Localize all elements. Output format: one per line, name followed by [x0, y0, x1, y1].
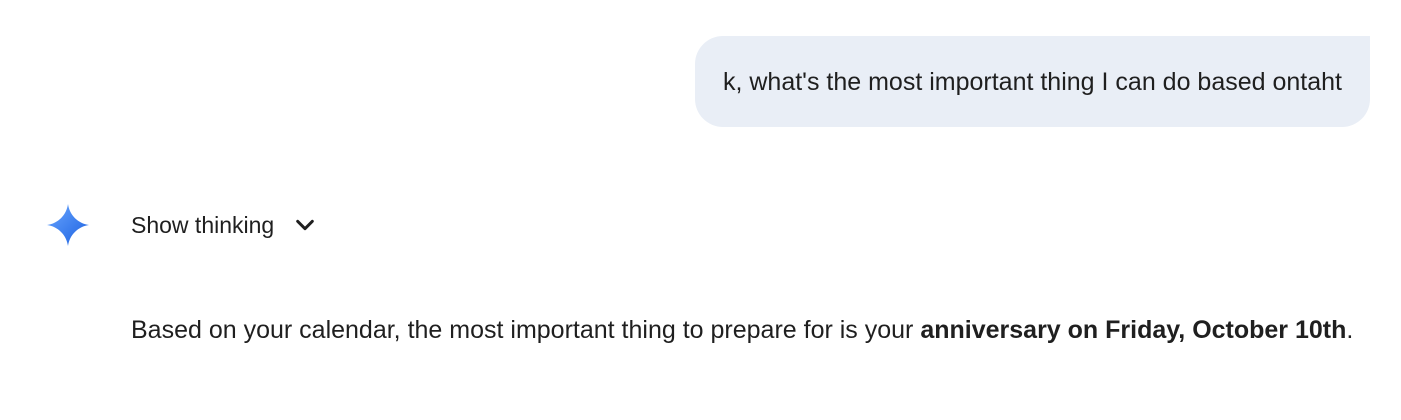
assistant-response: Based on your calendar, the most importa… [131, 307, 1371, 353]
sparkle-icon [47, 204, 89, 246]
user-message-bubble: k, what's the most important thing I can… [694, 36, 1370, 127]
response-highlight: anniversary on Friday, October 10th [920, 316, 1347, 344]
response-text-end: . [1346, 316, 1354, 344]
show-thinking-label: Show thinking [131, 211, 275, 238]
chevron-down-icon [296, 219, 315, 231]
show-thinking-toggle[interactable]: Show thinking [131, 206, 316, 244]
user-message-text: k, what's the most important thing I can… [722, 67, 1342, 96]
response-text: Based on your calendar, the most importa… [131, 316, 921, 344]
